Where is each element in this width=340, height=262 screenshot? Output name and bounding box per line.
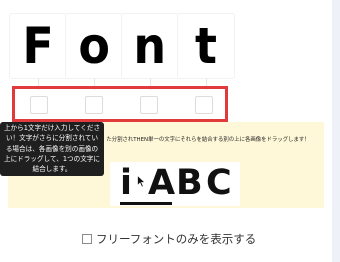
character-input[interactable]: [85, 96, 103, 114]
character-input[interactable]: [195, 96, 213, 114]
letter-tile[interactable]: t: [178, 14, 234, 78]
character-input[interactable]: [140, 96, 158, 114]
cursor-icon: [137, 175, 146, 188]
letter-tile[interactable]: o: [66, 14, 122, 78]
preview-letter[interactable]: A: [148, 166, 175, 201]
preview-letter[interactable]: C: [206, 166, 232, 201]
preview-letter[interactable]: B: [176, 166, 203, 201]
free-fonts-checkbox[interactable]: [82, 234, 92, 244]
free-fonts-option[interactable]: フリーフォントのみを表示する: [82, 231, 256, 247]
tile-letter: n: [133, 17, 167, 75]
tile-letter: t: [195, 17, 217, 75]
help-tooltip: 上から1文字だけ入力してください！文字がさらに分割されている場合は、各画像を別の…: [0, 122, 104, 176]
preview-underline: [120, 202, 172, 205]
letter-tile[interactable]: n: [122, 14, 178, 78]
letter-tile[interactable]: F: [10, 14, 66, 78]
tile-letter: F: [22, 17, 54, 75]
letter-preview[interactable]: i A B C: [110, 162, 240, 206]
drag-instruction-text: た分割されTHEN単一の文字にそれらを結合する別の上に各画像をドラッグします！: [106, 137, 310, 143]
preview-letter[interactable]: i: [120, 166, 132, 201]
free-fonts-label[interactable]: フリーフォントのみを表示する: [96, 231, 256, 247]
character-input[interactable]: [30, 96, 48, 114]
character-input-area: [12, 86, 228, 122]
page-background: [332, 0, 340, 262]
tile-letter: o: [78, 17, 110, 75]
